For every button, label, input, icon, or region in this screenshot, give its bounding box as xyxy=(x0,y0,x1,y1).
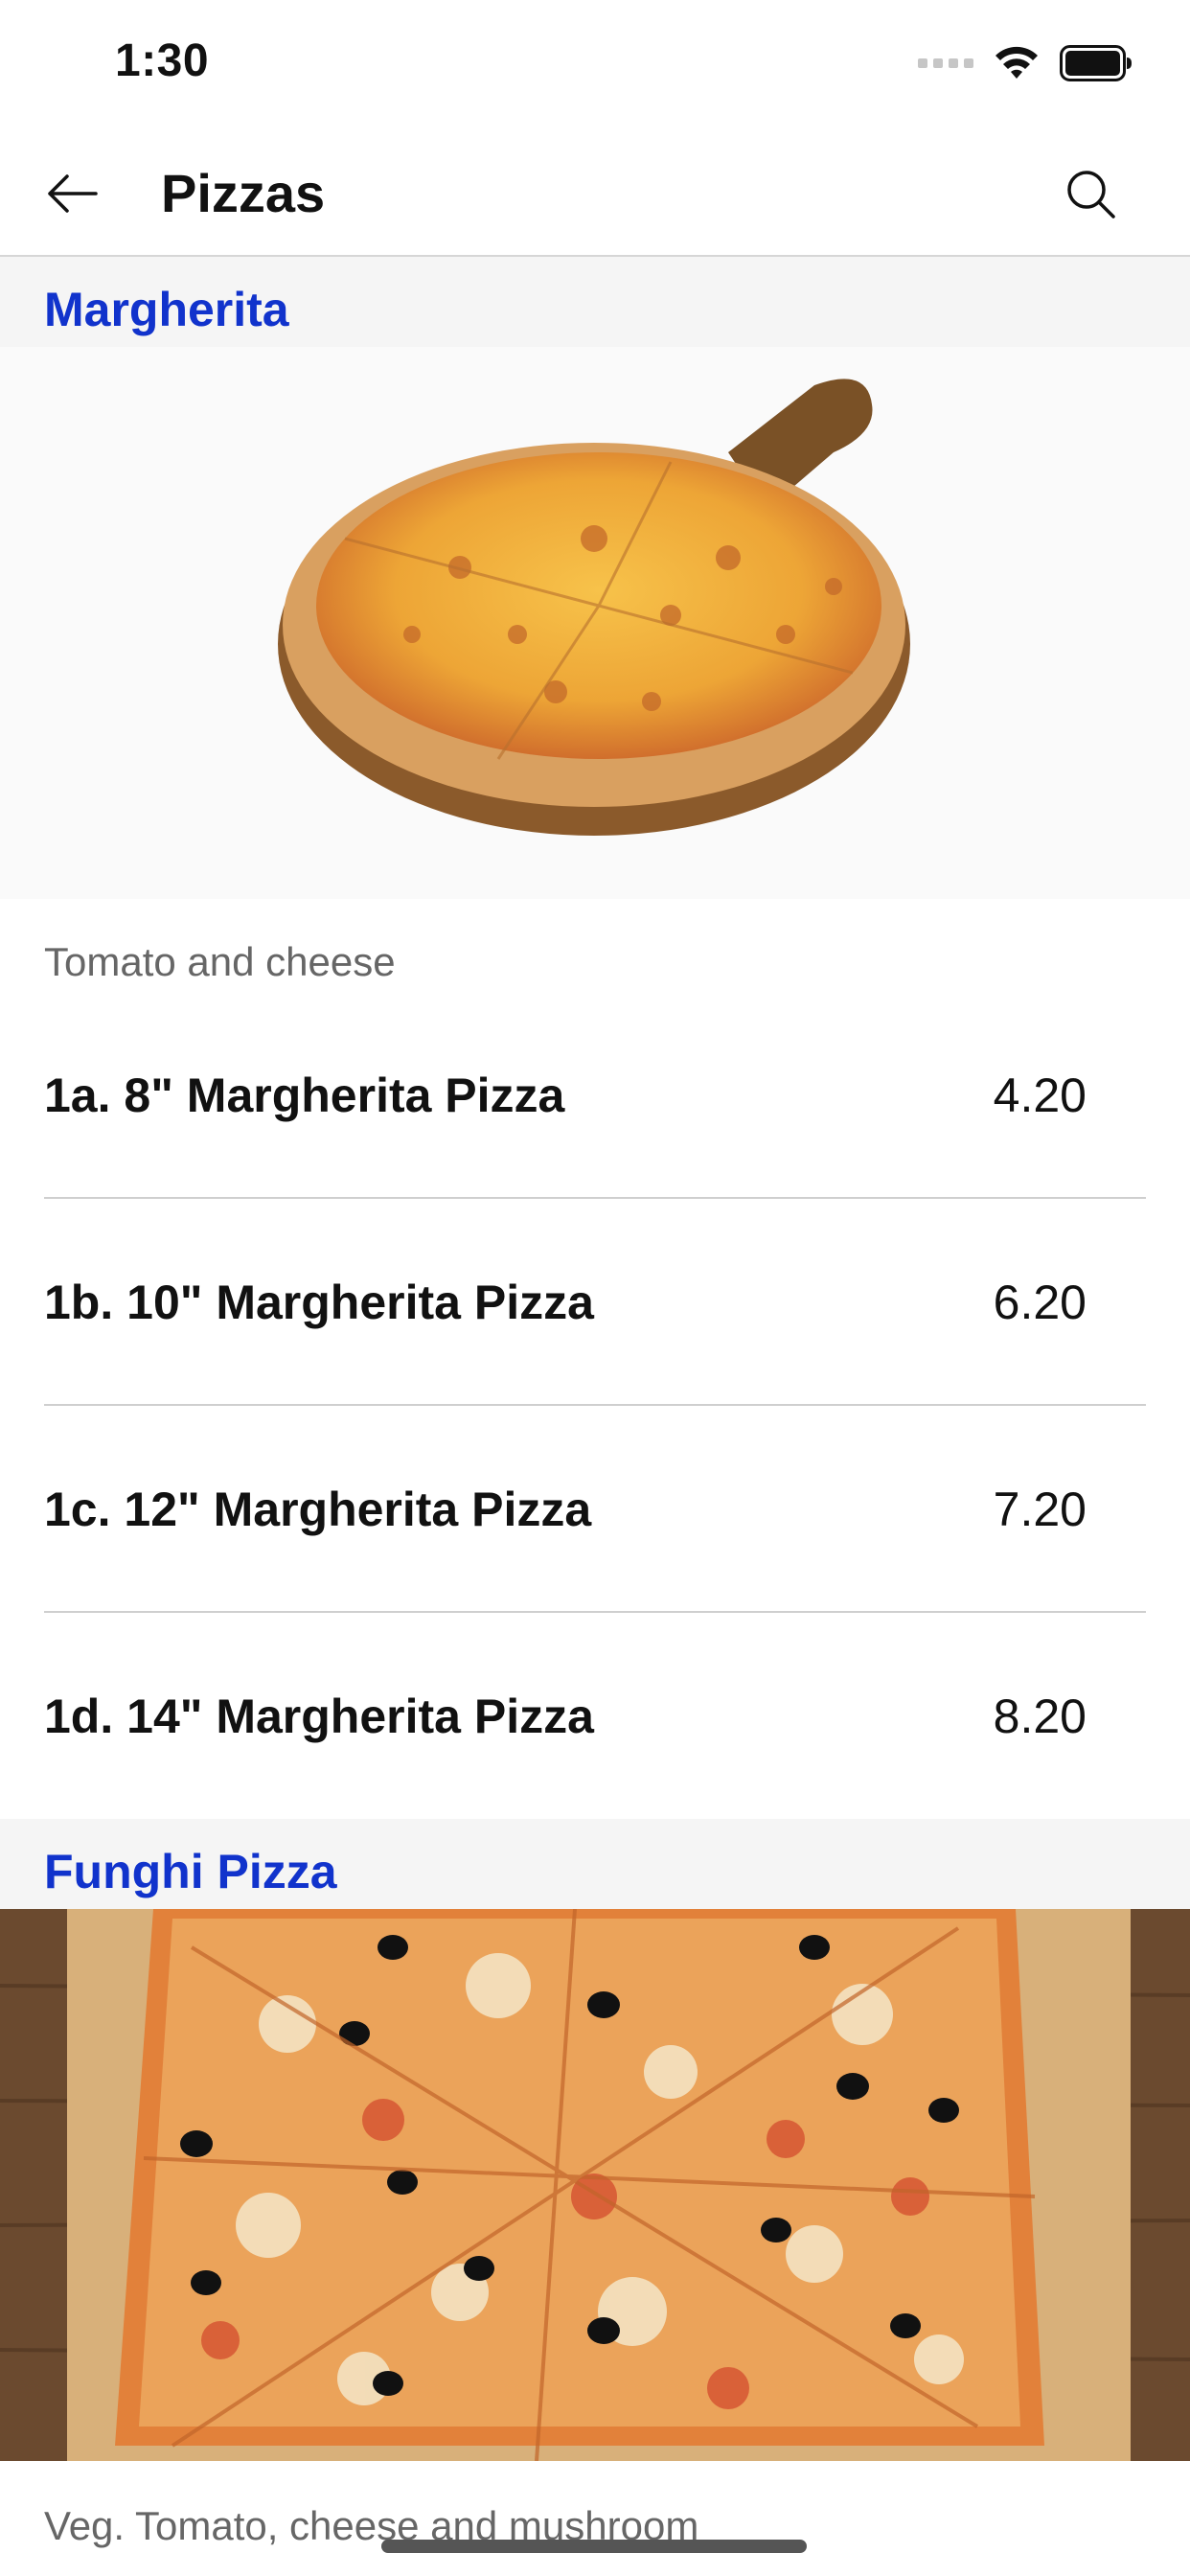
section-header-funghi: Funghi Pizza xyxy=(0,1819,1190,1909)
wifi-icon xyxy=(995,46,1038,79)
item-name: 1d. 14" Margherita Pizza xyxy=(44,1690,594,1743)
status-time: 1:30 xyxy=(115,35,210,86)
funghi-image xyxy=(0,1909,1190,2461)
back-button[interactable] xyxy=(42,163,103,224)
section-title: Funghi Pizza xyxy=(44,1845,337,1898)
divider xyxy=(44,1611,1146,1613)
item-name: 1a. 8" Margherita Pizza xyxy=(44,1069,565,1122)
item-name: 1c. 12" Margherita Pizza xyxy=(44,1483,592,1536)
list-item[interactable]: 1b. 10" Margherita Pizza 6.20 xyxy=(44,1200,1146,1405)
list-item[interactable]: 1c. 12" Margherita Pizza 7.20 xyxy=(44,1407,1146,1612)
home-indicator[interactable] xyxy=(381,2540,807,2553)
search-button[interactable] xyxy=(1060,163,1121,224)
pizza-image xyxy=(278,379,910,836)
item-price: 6.20 xyxy=(993,1276,1087,1329)
item-name: 1b. 10" Margherita Pizza xyxy=(44,1276,594,1329)
item-price: 8.20 xyxy=(993,1690,1087,1743)
search-icon xyxy=(1067,171,1115,218)
signal-icon xyxy=(918,58,973,68)
divider xyxy=(44,1404,1146,1406)
battery-icon xyxy=(1060,45,1132,81)
section-title: Margherita xyxy=(44,283,289,336)
section-header-margherita: Margherita xyxy=(0,257,1190,347)
margherita-image xyxy=(0,347,1190,899)
status-bar: 1:30 xyxy=(0,0,1190,134)
status-icons xyxy=(918,44,1133,82)
section-description: Tomato and cheese xyxy=(44,939,396,984)
pizza-image xyxy=(0,1909,1190,2461)
item-price: 7.20 xyxy=(993,1483,1087,1536)
list-item[interactable]: 1d. 14" Margherita Pizza 8.20 xyxy=(44,1614,1146,1819)
nav-bar: Pizzas xyxy=(0,134,1190,257)
item-price: 4.20 xyxy=(993,1069,1087,1122)
divider xyxy=(44,1197,1146,1199)
arrow-left-icon xyxy=(48,174,98,213)
page-title: Pizzas xyxy=(161,163,326,223)
list-item[interactable]: 1a. 8" Margherita Pizza 4.20 xyxy=(44,993,1146,1198)
